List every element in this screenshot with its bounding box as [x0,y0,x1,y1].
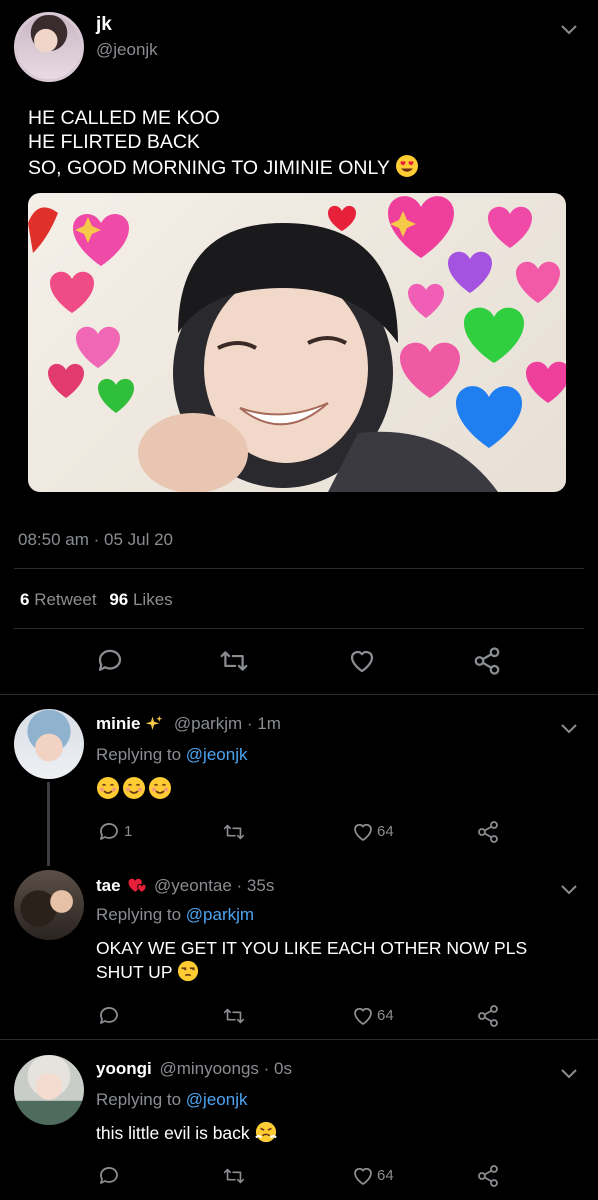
like-heart-icon[interactable] [351,1164,375,1188]
divider [14,628,584,629]
tweet-media-image[interactable] [28,193,566,492]
tweet-text: HE CALLED ME KOO HE FLIRTED BACK SO, GOO… [28,106,419,180]
author-name[interactable]: yoongi [96,1059,152,1078]
author-name[interactable]: minie [96,714,140,733]
share-icon[interactable] [472,646,502,676]
retweet-label[interactable]: Retweet [34,590,96,609]
retweet-icon[interactable] [218,646,250,676]
heart-eyes-emoji-icon [395,155,418,177]
reply-icon[interactable] [95,646,125,676]
like-heart-icon[interactable] [351,820,375,844]
reply-text: this little evil is back [96,1121,277,1144]
like-label[interactable]: Likes [133,590,173,609]
smiling-face-emoji-icon [123,777,145,799]
smiling-face-emoji-icon [149,777,171,799]
replying-prefix: Replying to [96,905,182,924]
tweet-text-line: HE FLIRTED BACK [28,131,200,153]
divider [14,568,584,569]
replying-prefix: Replying to [96,745,182,764]
meme-illustration [28,196,566,492]
chevron-down-icon[interactable] [558,878,580,900]
handle-time[interactable]: @parkjm · 1m [174,714,281,733]
replying-to: Replying to @jeonjk [96,745,247,765]
retweet-icon[interactable] [222,1004,246,1028]
reply-text-line: OKAY WE GET IT YOU LIKE EACH OTHER NOW P… [96,938,528,958]
chevron-down-icon[interactable] [558,717,580,739]
avatar[interactable] [14,709,84,779]
handle-time[interactable]: @yeontae · 35s [154,876,274,895]
replying-to: Replying to @jeonjk [96,1090,247,1110]
reply-icon[interactable] [97,1164,121,1188]
chevron-down-icon[interactable] [558,18,580,40]
reply-text-line: SHUT UP [96,962,173,982]
face-with-steam-emoji-icon [254,1121,277,1143]
reply-text [96,776,172,800]
avatar[interactable] [14,1055,84,1125]
replying-handle[interactable]: @parkjm [186,905,254,924]
tweet-text-line-wrapper: SO, GOOD MORNING TO JIMINIE ONLY [28,154,419,180]
tweet-text-line: HE CALLED ME KOO [28,107,220,129]
tweet-text-line: SO, GOOD MORNING TO JIMINIE ONLY [28,157,390,179]
reply-header: tae @yeontae · 35s [96,875,274,896]
share-icon[interactable] [476,1164,500,1188]
reply-header: minie @parkjm · 1m [96,714,281,734]
like-heart-icon[interactable] [346,646,378,676]
like-count[interactable]: 96 [109,590,128,609]
thread-line [47,782,50,866]
divider [0,694,598,695]
share-icon[interactable] [476,820,500,844]
tweet-stats: 6 Retweet 96 Likes [20,590,173,610]
reply-count: 1 [124,823,133,840]
like-count: 64 [377,1167,394,1184]
divider [0,1039,598,1040]
avatar[interactable] [14,12,84,82]
handle-time[interactable]: @minyoongs · 0s [159,1059,292,1078]
retweet-icon[interactable] [222,1164,246,1188]
heart-exclamation-emoji-icon [128,878,147,893]
reply-icon[interactable] [97,820,121,844]
reply-text-line-wrapper: SHUT UP [96,960,527,984]
replying-handle[interactable]: @jeonjk [186,1090,248,1109]
author-handle[interactable]: @jeonjk [96,40,158,60]
retweet-icon[interactable] [222,820,246,844]
author-name[interactable]: jk [96,14,112,36]
share-icon[interactable] [476,1004,500,1028]
reply-header: yoongi @minyoongs · 0s [96,1059,292,1079]
like-heart-icon[interactable] [351,1004,375,1028]
like-count: 64 [377,823,394,840]
unamused-face-emoji-icon [177,960,199,982]
replying-prefix: Replying to [96,1090,182,1109]
avatar[interactable] [14,870,84,940]
reply-icon[interactable] [97,1004,121,1028]
sparkles-emoji-icon [145,715,163,730]
tweet-timestamp[interactable]: 08:50 am · 05 Jul 20 [18,530,173,550]
retweet-count[interactable]: 6 [20,590,29,609]
reply-text: OKAY WE GET IT YOU LIKE EACH OTHER NOW P… [96,936,527,984]
author-name[interactable]: tae [96,876,121,895]
like-count: 64 [377,1007,394,1024]
chevron-down-icon[interactable] [558,1062,580,1084]
replying-handle[interactable]: @jeonjk [186,745,248,764]
smiling-face-emoji-icon [97,777,119,799]
reply-text-line: this little evil is back [96,1123,250,1143]
replying-to: Replying to @parkjm [96,905,254,925]
